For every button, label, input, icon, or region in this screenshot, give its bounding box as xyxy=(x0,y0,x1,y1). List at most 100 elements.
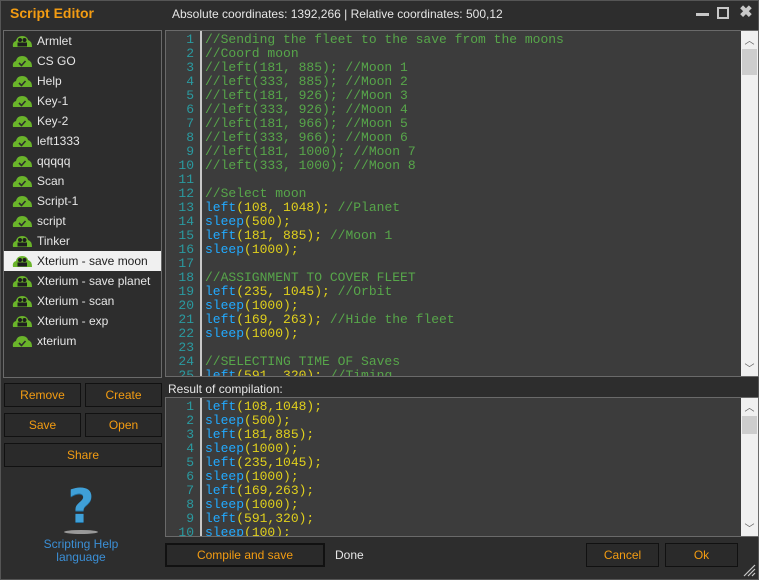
result-scrollbar[interactable]: ︿ ﹀ xyxy=(741,398,758,536)
script-item[interactable]: Xterium - scan xyxy=(4,291,161,311)
script-item-label: Help xyxy=(37,74,62,88)
code-line: 7 //left(181, 966); //Moon 5 xyxy=(166,117,742,131)
open-button[interactable]: Open xyxy=(85,413,162,437)
script-code-editor[interactable]: 1 //Sending the fleet to the save from th… xyxy=(165,30,759,377)
code-args: (1000); xyxy=(244,326,299,341)
cloud-check-icon xyxy=(12,76,33,87)
scroll-down-icon[interactable]: ﹀ xyxy=(741,519,758,536)
line-number: 14 xyxy=(178,214,194,229)
remove-button[interactable]: Remove xyxy=(4,383,81,407)
script-item[interactable]: qqqqq xyxy=(4,151,161,171)
code-line: 13 left(108, 1048); //Planet xyxy=(166,201,742,215)
cloud-check-icon xyxy=(12,216,33,227)
code-args: (169,263); xyxy=(236,483,315,498)
code-line: 1 //Sending the fleet to the save from th… xyxy=(166,33,742,47)
result-code[interactable]: 1 left(108,1048); 2 sleep(500); 3 left(181,88… xyxy=(166,400,742,537)
scripting-help-link[interactable]: ? Scripting Help language xyxy=(31,483,131,564)
compilation-result[interactable]: 1 left(108,1048); 2 sleep(500); 3 left(181,88… xyxy=(165,397,759,537)
script-list[interactable]: Armlet CS GO Help Key-1 Key-2 left1333 qqqqq Sc… xyxy=(3,30,162,378)
code-line: 5 //left(181, 926); //Moon 3 xyxy=(166,89,742,103)
ok-button[interactable]: Ok xyxy=(665,543,738,567)
script-item[interactable]: Script-1 xyxy=(4,191,161,211)
code-line: 10 sleep(100); xyxy=(166,526,742,537)
scroll-down-icon[interactable]: ﹀ xyxy=(741,359,758,376)
script-item[interactable]: Key-2 xyxy=(4,111,161,131)
line-number: 16 xyxy=(178,242,194,257)
script-item[interactable]: script xyxy=(4,211,161,231)
line-number: 5 xyxy=(186,88,194,103)
code-line: 6 //left(333, 926); //Moon 4 xyxy=(166,103,742,117)
title-bar[interactable]: Script Editor Absolute coordinates: 1392… xyxy=(1,1,758,25)
scroll-up-icon[interactable]: ︿ xyxy=(741,31,758,48)
editor-scroll-thumb[interactable] xyxy=(742,49,757,75)
code-line: 22 sleep(1000); xyxy=(166,327,742,341)
status-text: Done xyxy=(335,548,364,562)
code-line: 8 //left(333, 966); //Moon 6 xyxy=(166,131,742,145)
code-comment: //SELECTING TIME OF Saves xyxy=(205,354,401,369)
script-item[interactable]: Xterium - save moon xyxy=(4,251,161,271)
code-comment: //left(181, 885); //Moon 1 xyxy=(205,60,408,75)
editor-code[interactable]: 1 //Sending the fleet to the save from th… xyxy=(166,33,742,377)
code-comment: //left(333, 966); //Moon 6 xyxy=(205,130,408,145)
script-item[interactable]: Xterium - save planet xyxy=(4,271,161,291)
create-button[interactable]: Create xyxy=(85,383,162,407)
code-function: sleep xyxy=(205,298,245,313)
code-line: 25 left(591, 320); //Timing xyxy=(166,369,742,377)
script-item[interactable]: Scan xyxy=(4,171,161,191)
code-args: (1000); xyxy=(244,298,299,313)
code-text: //left(181, 885); //Moon 1 xyxy=(198,61,408,75)
code-function: left xyxy=(205,228,237,243)
result-scroll-thumb[interactable] xyxy=(742,416,757,434)
code-args: (181, 885); xyxy=(236,228,330,243)
maximize-button[interactable] xyxy=(714,4,732,22)
resize-grip-icon[interactable] xyxy=(742,563,756,577)
cloud-users-icon xyxy=(12,236,33,247)
result-label: Result of compilation: xyxy=(168,382,283,396)
script-item[interactable]: xterium xyxy=(4,331,161,351)
code-line: 3 //left(181, 885); //Moon 1 xyxy=(166,61,742,75)
code-function: sleep xyxy=(205,242,245,257)
script-item[interactable]: Tinker xyxy=(4,231,161,251)
scroll-up-icon[interactable]: ︿ xyxy=(741,398,758,415)
script-item[interactable]: Help xyxy=(4,71,161,91)
line-number: 22 xyxy=(178,326,194,341)
code-line: 23 xyxy=(166,341,742,355)
script-item[interactable]: CS GO xyxy=(4,51,161,71)
script-item[interactable]: left1333 xyxy=(4,131,161,151)
script-item[interactable]: Armlet xyxy=(4,31,161,51)
cloud-users-icon xyxy=(12,256,33,267)
code-function: left xyxy=(205,427,237,442)
close-icon: ✖ xyxy=(739,4,753,21)
close-button[interactable]: ✖ xyxy=(737,4,755,22)
cloud-check-icon xyxy=(12,136,33,147)
share-button[interactable]: Share xyxy=(4,443,162,467)
code-function: sleep xyxy=(205,326,245,341)
code-function: left xyxy=(205,399,237,414)
code-comment: //left(333, 926); //Moon 4 xyxy=(205,102,408,117)
compile-and-save-button[interactable]: Compile and save xyxy=(165,543,325,567)
cloud-check-icon xyxy=(12,176,33,187)
script-item[interactable]: Xterium - exp xyxy=(4,311,161,331)
line-number: 13 xyxy=(178,200,194,215)
code-text: //SELECTING TIME OF Saves xyxy=(198,355,400,369)
line-number: 23 xyxy=(178,340,194,355)
code-comment: //Timing xyxy=(329,368,393,377)
code-line: 9 left(591,320); xyxy=(166,512,742,526)
script-item[interactable]: Key-1 xyxy=(4,91,161,111)
cancel-button[interactable]: Cancel xyxy=(586,543,659,567)
code-text: sleep(500); xyxy=(198,414,291,428)
line-number: 19 xyxy=(178,284,194,299)
code-args: (500); xyxy=(244,413,291,428)
code-text: sleep(100); xyxy=(198,526,291,537)
code-text: left(235,1045); xyxy=(198,456,322,470)
editor-scrollbar[interactable]: ︿ ﹀ xyxy=(741,31,758,376)
minimize-button[interactable] xyxy=(693,4,711,22)
line-number: 9 xyxy=(186,144,194,159)
code-line: 5 left(235,1045); xyxy=(166,456,742,470)
script-item-label: Xterium - save moon xyxy=(37,254,148,268)
line-number: 2 xyxy=(186,46,194,61)
save-button[interactable]: Save xyxy=(4,413,81,437)
script-editor-window: Script Editor Absolute coordinates: 1392… xyxy=(0,0,759,580)
code-line: 2 sleep(500); xyxy=(166,414,742,428)
